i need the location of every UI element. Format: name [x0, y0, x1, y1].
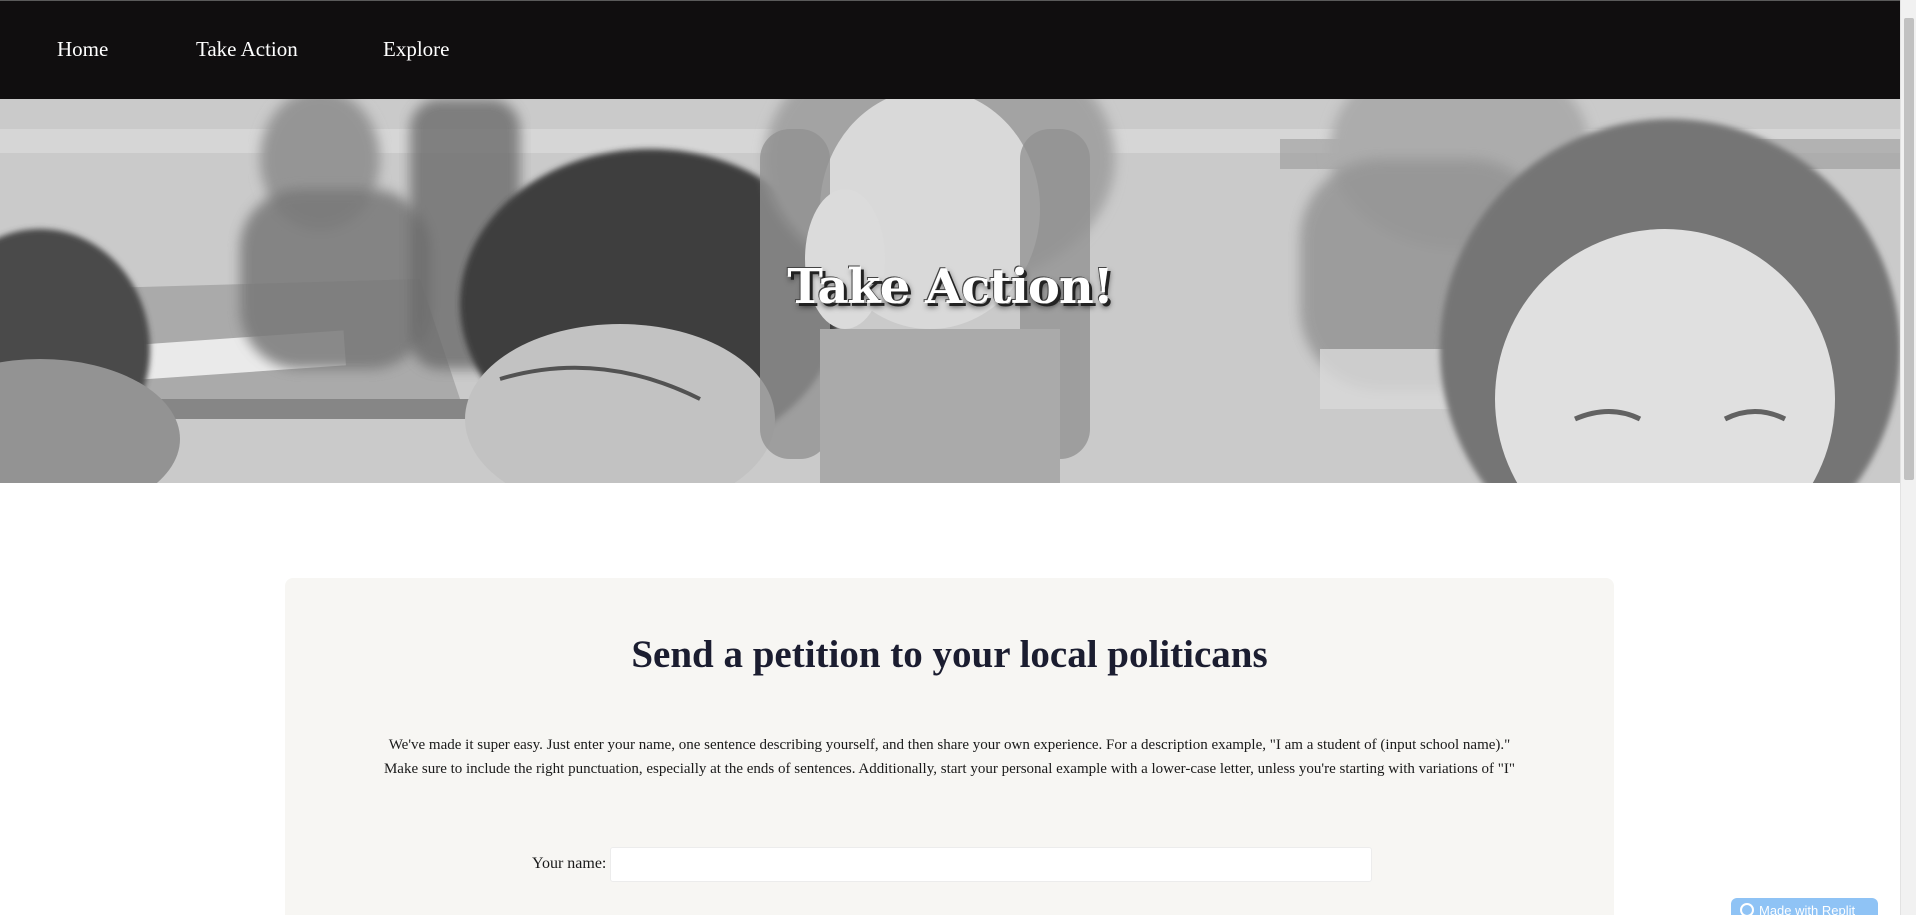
petition-title: Send a petition to your local politicans: [631, 633, 1268, 676]
replit-icon: [1740, 903, 1754, 915]
replit-badge-label: Made with Replit: [1759, 903, 1856, 915]
hero-title: Take Action!: [787, 259, 1114, 315]
page-scrollbar[interactable]: [1900, 0, 1916, 915]
name-input[interactable]: [610, 847, 1372, 882]
scrollbar-thumb[interactable]: [1904, 18, 1914, 480]
hero-banner: Take Action!: [0, 99, 1900, 483]
petition-card: Send a petition to your local politicans…: [285, 578, 1614, 915]
top-navbar: Home Take Action Explore: [0, 0, 1900, 99]
nav-link-home[interactable]: Home: [57, 37, 108, 62]
name-label: Your name:: [532, 855, 607, 872]
made-with-replit-badge[interactable]: Made with Replit: [1731, 898, 1878, 915]
nav-link-take-action[interactable]: Take Action: [196, 37, 298, 62]
page: Home Take Action Explore Take Action! Se…: [0, 0, 1916, 915]
petition-description: We've made it super easy. Just enter you…: [383, 737, 1516, 777]
nav-link-explore[interactable]: Explore: [383, 37, 449, 62]
